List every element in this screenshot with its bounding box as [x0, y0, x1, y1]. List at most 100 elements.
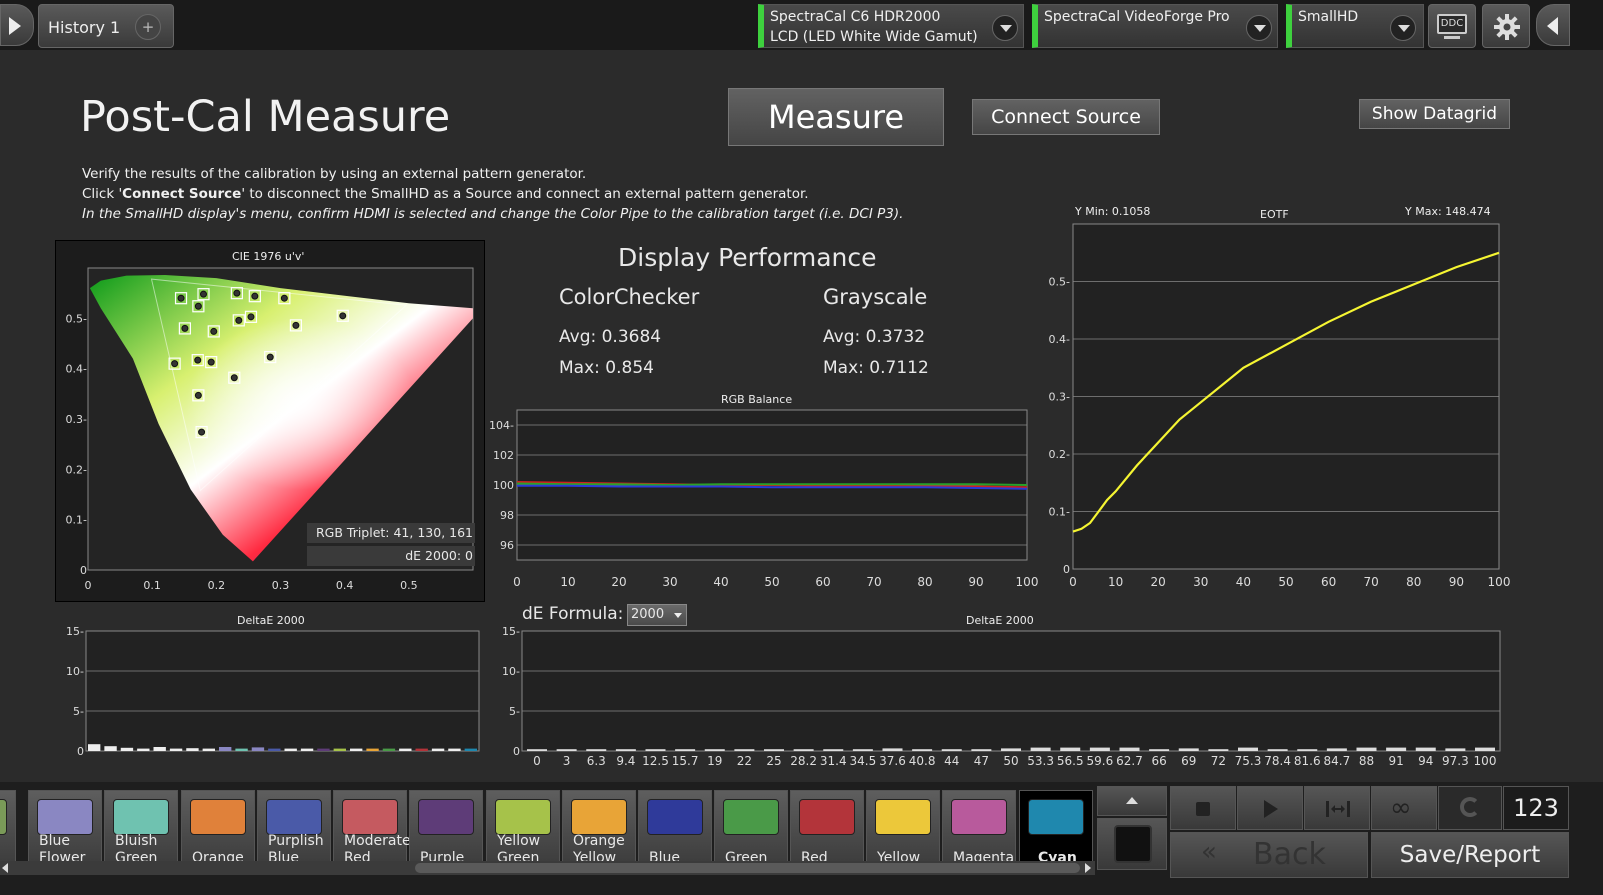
rgb-y-tick: 100: [493, 479, 514, 492]
connect-source-button[interactable]: Connect Source: [972, 99, 1160, 135]
de2-bar: [1119, 747, 1140, 751]
swatch-green[interactable]: Green: [714, 790, 788, 866]
chevron-right-icon[interactable]: [1085, 863, 1091, 873]
de2-y-tick: 15-: [502, 625, 520, 638]
swatch-chip: [495, 799, 551, 835]
cie-measured-point: [339, 312, 347, 320]
cie-measured-point: [194, 356, 202, 364]
de1-y-tick: 0: [77, 745, 84, 758]
colorchecker-avg: Avg: 0.3684: [559, 327, 662, 347]
de2-x-tick: 97.3: [1442, 754, 1469, 768]
swatch-yellow[interactable]: Yellow: [866, 790, 940, 866]
chevron-left-icon[interactable]: [2, 863, 8, 873]
rgb-x-tick: 50: [764, 575, 779, 589]
swatch-cyan[interactable]: Cyan: [1019, 790, 1093, 866]
de2-plot-area: [521, 630, 1501, 752]
de1-bar: [284, 748, 297, 751]
eotf-x-tick: 60: [1321, 575, 1336, 589]
de2-y-tick: 10-: [502, 665, 520, 678]
rgb-x-tick: 60: [815, 575, 830, 589]
measure-button[interactable]: Measure: [728, 88, 944, 146]
de2-x-tick: 40.8: [909, 754, 936, 768]
add-tab-button[interactable]: +: [135, 14, 161, 40]
tab-label: History 1: [48, 18, 121, 37]
de2-bar: [675, 749, 696, 751]
swatch-yellow-green[interactable]: Yellow Green: [486, 790, 560, 866]
de2-x-tick: 91: [1388, 754, 1403, 768]
grayscale-avg: Avg: 0.3732: [823, 327, 926, 347]
expand-button[interactable]: [0, 4, 34, 46]
de1-y-tick: 15-: [66, 625, 84, 638]
refresh-button[interactable]: [1438, 786, 1502, 830]
settings-button[interactable]: [1482, 4, 1530, 48]
swatch-chip: [113, 799, 169, 835]
swatch-label-line: [725, 833, 767, 850]
de1-bar: [88, 744, 101, 751]
swatch-bluish-green[interactable]: Bluish Green: [104, 790, 178, 866]
de1-bar: [382, 748, 396, 751]
swatch-orange-yellow[interactable]: Orange Yellow: [562, 790, 636, 866]
chevron-down-icon[interactable]: [1246, 15, 1272, 41]
de2-y-tick: 0: [513, 745, 520, 758]
de2-x-tick: 37.6: [879, 754, 906, 768]
fit-button[interactable]: [1304, 786, 1370, 830]
chevron-down-icon[interactable]: [992, 15, 1018, 41]
tab-history-1[interactable]: History 1 +: [38, 4, 174, 48]
swatch-ge[interactable]: ge: [0, 790, 16, 862]
swatch-chip: [951, 799, 1007, 835]
collapse-button[interactable]: [1536, 4, 1570, 46]
de1-y-tick: 5-: [73, 705, 84, 718]
chevron-down-icon[interactable]: [1390, 15, 1416, 41]
colorchecker-heading: ColorChecker: [559, 285, 700, 309]
cie-measured-point: [171, 360, 179, 368]
save-report-button[interactable]: Save/Report: [1371, 832, 1569, 878]
ddc-button[interactable]: DDC: [1428, 4, 1476, 48]
patch-preview[interactable]: [1097, 818, 1167, 870]
cie-measured-point: [198, 428, 206, 436]
swatch-moderate-red[interactable]: Moderate Red: [333, 790, 411, 866]
cie-measured-point: [230, 374, 238, 382]
grayscale-heading: Grayscale: [823, 285, 928, 309]
refresh-icon: [1460, 797, 1480, 817]
de2-x-tick: 75.3: [1235, 754, 1262, 768]
generator-device-selector[interactable]: SpectraCal VideoForge Pro: [1032, 4, 1278, 48]
stop-button[interactable]: [1170, 786, 1236, 830]
swatch-label-line: [1038, 833, 1077, 850]
play-button[interactable]: [1237, 786, 1303, 830]
cie-x-tick: 0.3: [272, 579, 290, 592]
loop-button[interactable]: ∞: [1371, 786, 1437, 830]
eotf-x-tick: 0: [1069, 575, 1077, 589]
de2-x-tick: 44: [944, 754, 959, 768]
de2-bar: [704, 749, 725, 751]
swatch-blue[interactable]: Blue: [638, 790, 712, 866]
cie-y-tick: 0.4-: [66, 363, 87, 376]
de2-bar: [1001, 748, 1021, 751]
cie-x-tick: 0: [85, 579, 92, 592]
eotf-y-tick: 0.1-: [1049, 506, 1070, 519]
de1-plot-area: [85, 630, 480, 752]
de1-bar: [186, 748, 199, 751]
play-icon: [1264, 800, 1278, 818]
scroll-up-button[interactable]: [1097, 786, 1167, 816]
swatch-label-line: [420, 833, 464, 850]
scrollbar-thumb[interactable]: [415, 863, 1080, 873]
swatch-orange[interactable]: Orange: [181, 790, 255, 866]
de2-x-tick: 6.3: [587, 754, 606, 768]
swatch-purplish-blue[interactable]: Purplish Blue: [257, 790, 331, 866]
eotf-x-tick: 40: [1236, 575, 1251, 589]
swatch-purple[interactable]: Purple: [409, 790, 483, 866]
swatch-blue-flower[interactable]: Blue Flower: [28, 790, 102, 866]
swatch-magenta[interactable]: Magenta: [942, 790, 1016, 866]
display-device-selector[interactable]: SmallHD: [1286, 4, 1424, 48]
swatch-chip: [0, 799, 7, 835]
swatch-label-line: Purplish: [268, 833, 324, 849]
de2-x-tick: 56.5: [1057, 754, 1084, 768]
horizontal-scrollbar[interactable]: [0, 861, 1095, 875]
cie-x-tick: 0.5: [400, 579, 418, 592]
meter-device-selector[interactable]: SpectraCal C6 HDR2000 LCD (LED White Wid…: [758, 4, 1024, 48]
back-button[interactable]: « Back: [1170, 832, 1368, 878]
instruction-text: Click ': [82, 186, 123, 202]
de2-bar: [1386, 747, 1407, 751]
show-datagrid-button[interactable]: Show Datagrid: [1359, 99, 1510, 129]
swatch-red[interactable]: Red: [790, 790, 864, 866]
